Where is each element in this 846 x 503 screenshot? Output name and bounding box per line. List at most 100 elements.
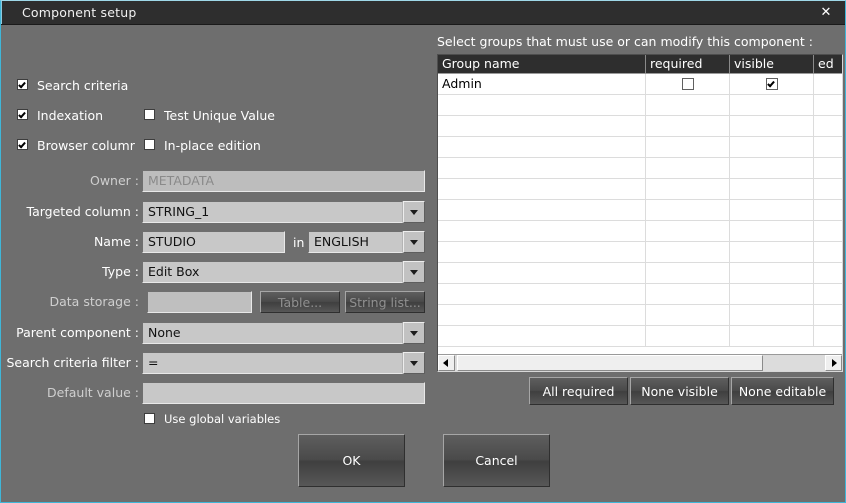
checkbox-use-global-variables-box[interactable] [144,413,155,424]
table-row[interactable] [438,305,842,326]
cell-required[interactable] [646,263,730,283]
table-row[interactable] [438,263,842,284]
parent-component-combo[interactable]: None [142,322,425,344]
cell-visible[interactable] [730,305,814,325]
cell-editable[interactable] [814,284,843,304]
cell-editable[interactable] [814,221,843,241]
chevron-down-icon[interactable] [403,201,425,223]
cancel-button[interactable]: Cancel [443,434,550,487]
checkbox-browser-column[interactable]: Browser columr [17,138,139,153]
table-row[interactable] [438,284,842,305]
cell-editable[interactable] [814,179,843,199]
cell-required[interactable] [646,326,730,346]
table-button[interactable]: Table... [260,291,340,313]
table-row[interactable] [438,158,842,179]
column-header-editable[interactable]: ed [814,55,843,73]
close-icon[interactable]: ✕ [817,4,835,22]
cell-visible[interactable] [730,221,814,241]
table-row[interactable] [438,116,842,137]
checkbox-in-place-edition-box[interactable] [144,139,155,150]
checkbox-search-criteria-box[interactable] [17,79,28,90]
checkbox-use-global-variables[interactable]: Use global variables [144,412,280,426]
type-combo[interactable]: Edit Box [142,261,425,283]
chevron-down-icon[interactable] [403,261,425,283]
cell-editable[interactable] [814,242,843,262]
table-row[interactable]: Admin [438,74,842,95]
column-header-required[interactable]: required [646,55,730,73]
cell-editable[interactable] [814,200,843,220]
cell-required[interactable] [646,158,730,178]
cell-required[interactable] [646,221,730,241]
table-row[interactable] [438,137,842,158]
chevron-down-icon[interactable] [403,322,425,344]
table-row[interactable] [438,242,842,263]
type-value[interactable]: Edit Box [142,261,403,283]
targeted-column-value[interactable]: STRING_1 [142,201,403,223]
column-header-visible[interactable]: visible [730,55,814,73]
string-list-button[interactable]: String list... [345,291,425,313]
checkbox-browser-column-box[interactable] [17,139,28,150]
targeted-column-combo[interactable]: STRING_1 [142,201,425,223]
cell-visible[interactable] [730,137,814,157]
ok-button[interactable]: OK [298,434,405,487]
cell-visible[interactable] [730,200,814,220]
cell-group-name: Admin [438,74,646,94]
cell-visible[interactable] [730,326,814,346]
scroll-left-icon[interactable] [438,355,455,371]
search-criteria-filter-value[interactable]: = [142,352,403,374]
checkbox-test-unique-value-box[interactable] [144,109,155,120]
language-combo[interactable]: ENGLISH [308,231,425,253]
cell-editable[interactable] [814,95,843,115]
cell-visible[interactable] [730,74,814,94]
cell-editable[interactable] [814,137,843,157]
search-criteria-filter-combo[interactable]: = [142,352,425,374]
table-row[interactable] [438,200,842,221]
cell-required[interactable] [646,74,730,94]
none-editable-button[interactable]: None editable [731,377,834,405]
cell-editable[interactable] [814,305,843,325]
cell-required[interactable] [646,242,730,262]
cell-visible[interactable] [730,284,814,304]
cell-required[interactable] [646,137,730,157]
checkbox-required[interactable] [682,78,694,90]
horizontal-scrollbar[interactable] [438,354,842,371]
scroll-right-icon[interactable] [825,355,842,371]
cell-visible[interactable] [730,158,814,178]
table-row[interactable] [438,179,842,200]
column-header-group-name[interactable]: Group name [438,55,646,73]
table-row[interactable] [438,326,842,347]
table-row[interactable] [438,221,842,242]
cell-required[interactable] [646,200,730,220]
chevron-down-icon[interactable] [403,352,425,374]
cell-visible[interactable] [730,95,814,115]
all-required-button[interactable]: All required [529,377,628,405]
cell-required[interactable] [646,305,730,325]
cell-editable[interactable] [814,263,843,283]
cell-visible[interactable] [730,263,814,283]
cell-required[interactable] [646,179,730,199]
checkbox-search-criteria[interactable]: Search criteria [17,78,128,93]
language-value[interactable]: ENGLISH [308,231,403,253]
default-value-field[interactable] [142,382,425,404]
cell-editable[interactable] [814,74,843,94]
cell-visible[interactable] [730,116,814,136]
cell-required[interactable] [646,95,730,115]
table-row[interactable] [438,95,842,116]
checkbox-test-unique-value[interactable]: Test Unique Value [144,108,275,123]
cell-required[interactable] [646,116,730,136]
cell-editable[interactable] [814,116,843,136]
checkbox-visible[interactable] [766,78,778,90]
none-visible-button[interactable]: None visible [630,377,729,405]
checkbox-indexation[interactable]: Indexation [17,108,103,123]
parent-component-value[interactable]: None [142,322,403,344]
cell-editable[interactable] [814,158,843,178]
checkbox-indexation-box[interactable] [17,109,28,120]
cell-editable[interactable] [814,326,843,346]
checkbox-in-place-edition[interactable]: In-place edition [144,138,261,153]
cell-visible[interactable] [730,242,814,262]
scrollbar-thumb[interactable] [457,355,763,371]
chevron-down-icon[interactable] [403,231,425,253]
name-field[interactable]: STUDIO [142,231,285,253]
cell-required[interactable] [646,284,730,304]
cell-visible[interactable] [730,179,814,199]
